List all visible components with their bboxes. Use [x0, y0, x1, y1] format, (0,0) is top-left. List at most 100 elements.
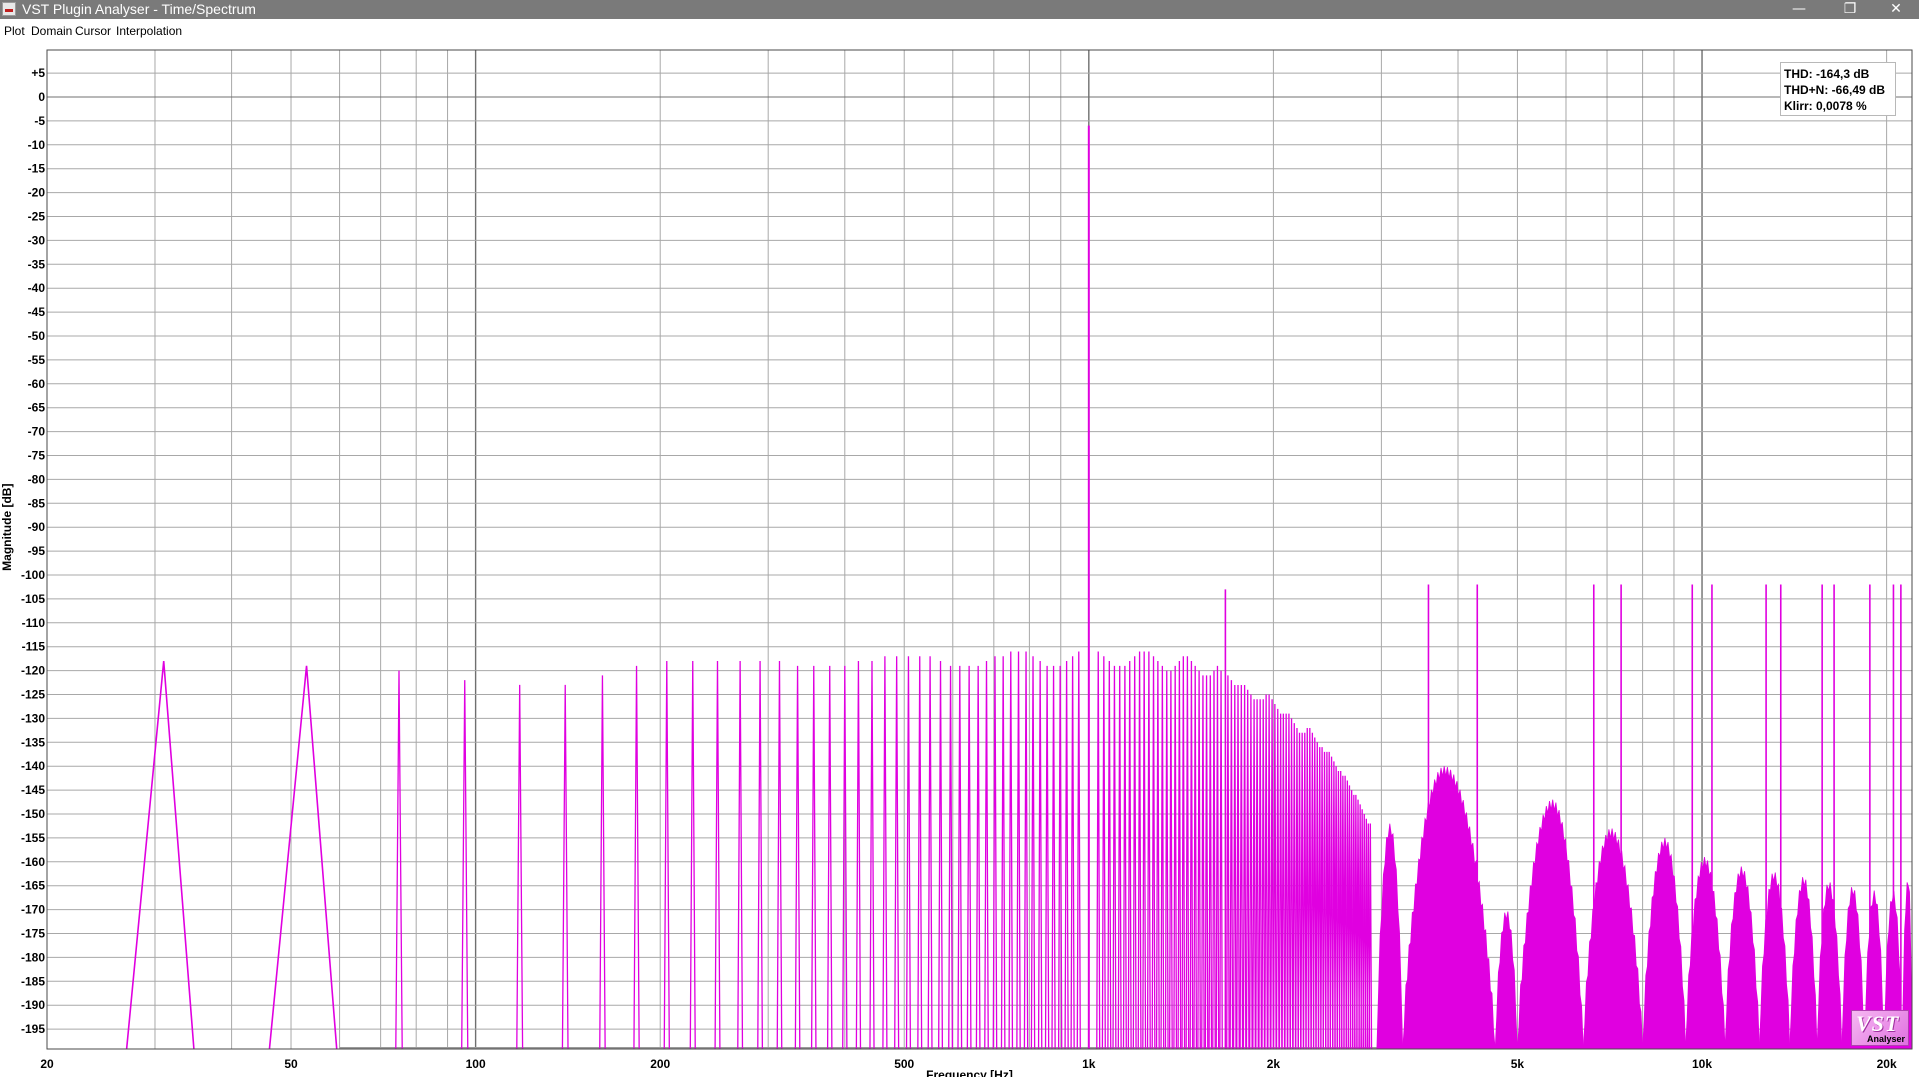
y-tick-label: -95 — [28, 544, 46, 558]
y-tick-label: -30 — [28, 233, 46, 247]
spectrum-spike — [1245, 689, 1250, 1050]
spectrum-spike — [1289, 718, 1294, 1050]
spectrum-spike — [1037, 661, 1043, 1050]
spectrum-spike — [757, 661, 764, 1050]
spectrum-spike — [1212, 670, 1216, 1050]
spectrum-spike — [1232, 684, 1237, 1050]
minimize-icon[interactable]: — — [1776, 0, 1822, 19]
spectrum-spike — [663, 661, 670, 1050]
menu-interpolation[interactable]: Interpolation — [116, 24, 182, 38]
y-tick-label: -145 — [21, 783, 45, 797]
y-tick-label: -130 — [21, 711, 45, 725]
spectrum-spike — [1219, 670, 1223, 1050]
spectrum-spike — [882, 656, 888, 1050]
y-tick-label: 0 — [38, 90, 45, 104]
spectrum-spike — [894, 656, 900, 1050]
spectrum-spike — [1016, 651, 1021, 1050]
y-tick-label: -90 — [28, 520, 46, 534]
y-tick-label: -115 — [22, 640, 46, 654]
y-tick-label: -165 — [21, 879, 45, 893]
spectrum-spike — [1112, 665, 1117, 1050]
thdn-value: THD+N: -66,49 dB — [1784, 83, 1886, 97]
y-axis-label: Magnitude [dB] — [0, 484, 14, 571]
spectrum-spike — [776, 661, 783, 1050]
y-tick-label: -120 — [21, 664, 45, 678]
spectrum-spike — [1185, 656, 1190, 1050]
spectrum-spike — [1132, 656, 1137, 1050]
spectrum-spike — [1008, 651, 1014, 1050]
x-tick-label: 200 — [650, 1057, 670, 1071]
x-tick-label: 50 — [284, 1057, 298, 1071]
spectrum-spike — [1023, 651, 1029, 1050]
spectrum-spike — [1295, 727, 1299, 1050]
spectrum-spike — [1193, 665, 1198, 1050]
spectrum-lobe — [1789, 877, 1818, 1050]
x-tick-label: 100 — [466, 1057, 486, 1071]
y-tick-label: -60 — [28, 377, 46, 391]
spectrum-spike — [1076, 651, 1081, 1050]
spectrum-spike — [1226, 675, 1230, 1050]
spectrum-spike — [1249, 694, 1253, 1050]
y-tick-label: -80 — [28, 472, 46, 486]
y-tick-label: -155 — [21, 831, 45, 845]
spectrum-spike — [855, 661, 862, 1050]
close-icon[interactable]: ✕ — [1873, 0, 1919, 19]
y-tick-label: -140 — [21, 759, 45, 773]
spectrum-spike — [633, 665, 640, 1050]
spectrum-spike — [1146, 651, 1151, 1050]
y-tick-label: -105 — [21, 592, 45, 606]
y-tick-label: -180 — [21, 950, 45, 964]
y-tick-label: -125 — [21, 688, 45, 702]
spectrum-spike — [1258, 699, 1263, 1050]
spectrum-spike — [1044, 665, 1050, 1050]
spectrum-spike — [1051, 665, 1056, 1050]
spectrum-spike — [561, 684, 569, 1050]
thd-value: THD: -164,3 dB — [1784, 67, 1870, 81]
app-icon — [2, 2, 16, 16]
y-tick-label: -10 — [28, 138, 46, 152]
restore-icon[interactable]: ❐ — [1827, 0, 1873, 19]
spectrum-spike — [1197, 670, 1201, 1050]
y-tick-label: -150 — [21, 807, 45, 821]
vst-analyser-logo: VST Analyser — [1851, 1010, 1909, 1046]
menu-cursor[interactable]: Cursor — [75, 24, 111, 38]
spectrum-spike — [1201, 675, 1205, 1050]
menu-plot[interactable]: Plot — [4, 24, 25, 38]
spectrum-spike — [714, 661, 721, 1050]
spectrum-lobe — [1758, 872, 1791, 1050]
spectrum-lobe — [1724, 866, 1760, 1050]
x-tick-label: 20 — [40, 1057, 54, 1071]
spectrum-spike — [1181, 656, 1186, 1050]
y-tick-label: -5 — [34, 114, 45, 128]
window-title: VST Plugin Analyser - Time/Spectrum — [22, 1, 256, 17]
y-tick-label: -170 — [21, 903, 45, 917]
spectrum-peak — [125, 660, 195, 1050]
spectrum-spike — [1239, 684, 1244, 1050]
y-tick-label: -100 — [21, 568, 45, 582]
y-tick-label: -45 — [28, 305, 46, 319]
x-tick-label: 10k — [1692, 1057, 1712, 1071]
menu-domain[interactable]: Domain — [31, 24, 72, 38]
spectrum-spike — [984, 661, 989, 1050]
y-tick-label: -40 — [28, 281, 46, 295]
spectrum-spike — [1127, 661, 1132, 1050]
spectrum-spike — [1117, 665, 1122, 1050]
spectrum-chart[interactable]: +5 0 -5 -10 -15 -20 -25 -30 -35 -40 -45 -50 -55 -60 -6… — [0, 43, 1919, 1077]
spectrum-lobe — [1642, 837, 1686, 1050]
spectrum-peak — [268, 665, 338, 1050]
thd-readout: THD: -164,3 dB THD+N: -66,49 dB Klirr: 0… — [1780, 62, 1896, 116]
spectrum-spike — [917, 656, 923, 1050]
spectrum-spike — [461, 680, 469, 1050]
y-tick-label: -15 — [28, 162, 46, 176]
spectrum-lobe — [1516, 799, 1584, 1050]
spectrum-spike — [975, 665, 981, 1050]
title-bar: VST Plugin Analyser - Time/Spectrum — ❐ … — [0, 0, 1919, 19]
y-tick-label: -135 — [21, 735, 45, 749]
x-tick-label: 500 — [894, 1057, 914, 1071]
spectrum-spike — [1307, 727, 1312, 1050]
spectrum-spike — [1264, 694, 1268, 1050]
spectrum-spike — [1292, 723, 1297, 1050]
spectrum-spike — [1267, 694, 1271, 1050]
y-tick-label: -25 — [28, 210, 46, 224]
menu-bar: Plot Domain Cursor Interpolation — [0, 19, 1919, 43]
